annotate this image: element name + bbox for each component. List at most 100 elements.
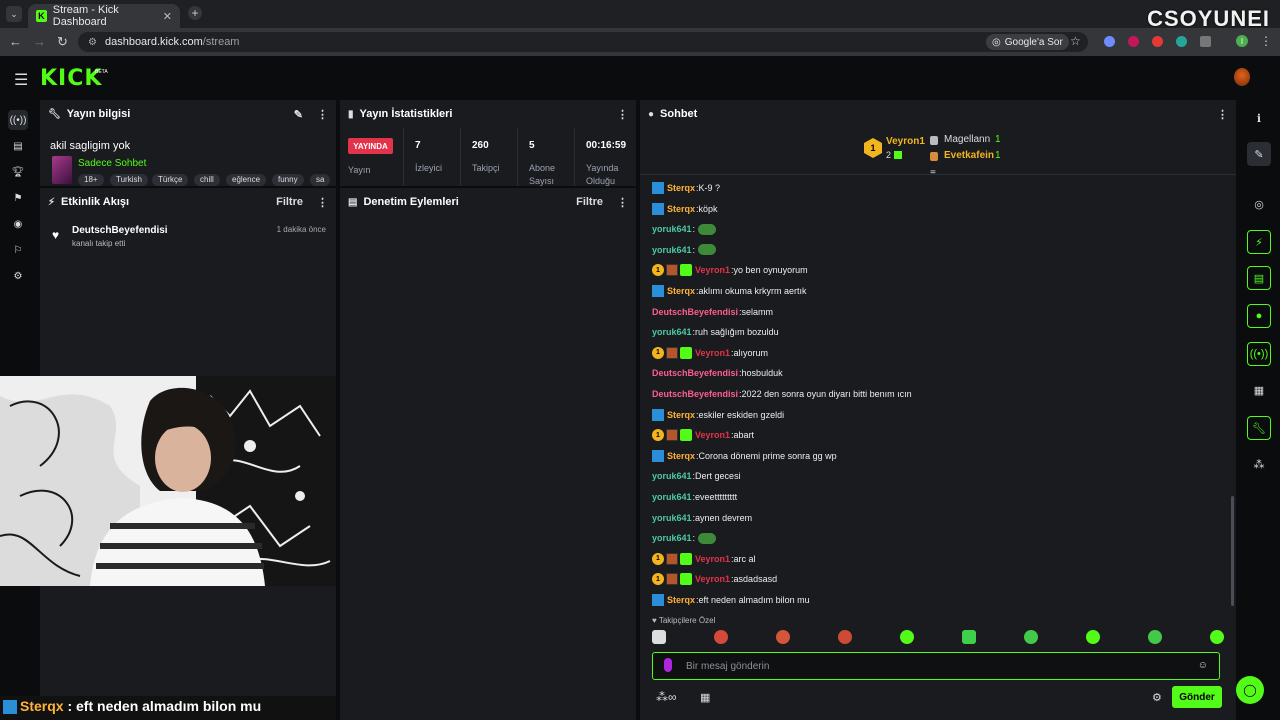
filter-button[interactable]: Filtre [576, 196, 603, 208]
chat-panel: ● Sohbet ⋮ 1 Veyron1 2 Magellann 1 Evetk… [640, 100, 1236, 720]
chat-username[interactable]: Sterqx [667, 183, 695, 193]
chat-username[interactable]: Sterqx [667, 451, 695, 461]
extension-icon-1[interactable] [1104, 36, 1115, 47]
community-icon[interactable]: ⁂ [1247, 452, 1271, 476]
chat-username[interactable]: Veyron1 [695, 430, 730, 440]
layout-icon[interactable]: ▦ [1247, 378, 1271, 402]
store-icon[interactable]: ▦ [700, 691, 710, 704]
extension-icon-3[interactable] [1152, 36, 1163, 47]
chat-username[interactable]: yoruk641 [652, 513, 692, 523]
document-icon[interactable]: ▤ [1247, 266, 1271, 290]
reload-icon[interactable]: ↻ [57, 34, 68, 50]
chat-message: yoruk641: eveettttttttt [652, 489, 737, 505]
chat-username[interactable]: Veyron1 [695, 265, 730, 275]
category-thumbnail [52, 156, 72, 184]
leader-1-name[interactable]: Veyron1 [886, 136, 925, 147]
category-name[interactable]: Sadece Sohbet [78, 158, 146, 169]
chat-username[interactable]: Veyron1 [695, 348, 730, 358]
address-bar[interactable]: ⚙ dashboard.kick.com/stream [78, 32, 1088, 52]
chat-username[interactable]: Sterqx [667, 410, 695, 420]
chat-text: yo ben oynuyorum [733, 265, 808, 276]
browser-tab[interactable]: K Stream - Kick Dashboard ✕ [28, 4, 180, 28]
edit-pencil-icon[interactable]: ✎ [294, 108, 303, 121]
help-chat-fab[interactable]: ◯ [1236, 676, 1264, 704]
tab-search-chevron-icon[interactable]: ⌄ [6, 6, 22, 22]
microphone-icon[interactable] [664, 658, 672, 672]
community-icon[interactable]: ⚑ [8, 188, 28, 208]
emote-quick-icon[interactable] [714, 630, 728, 644]
emote-quick-icon[interactable] [900, 630, 914, 644]
chat-username[interactable]: yoruk641 [652, 533, 692, 543]
chat-username[interactable]: Veyron1 [695, 574, 730, 584]
chat-username[interactable]: Sterqx [667, 286, 695, 296]
emote-quick-icon[interactable] [838, 630, 852, 644]
emote-quick-icon[interactable] [1210, 630, 1224, 644]
browser-menu-icon[interactable]: ⋮ [1260, 34, 1272, 48]
moderation-icon[interactable]: ⚐ [8, 240, 28, 260]
send-button[interactable]: Gönder [1172, 686, 1222, 708]
emote-quick-icon[interactable] [652, 630, 666, 644]
new-tab-icon[interactable]: + [188, 6, 202, 20]
top-gifter-badge-icon: 1 [652, 573, 664, 586]
leader-2-name[interactable]: Magellann [944, 134, 990, 145]
activity-username[interactable]: DeutschBeyefendisi [72, 225, 168, 236]
chat-settings-icon[interactable]: ⚙ [1152, 691, 1162, 704]
chat-username[interactable]: DeutschBeyefendisi [652, 368, 738, 378]
stream-broadcast-icon[interactable]: ((•)) [8, 110, 28, 130]
emote-quick-icon[interactable] [1148, 630, 1162, 644]
subscriber-count: 5 [529, 140, 535, 151]
analytics-icon[interactable]: ▤ [8, 136, 28, 156]
emote-quick-icon[interactable] [1086, 630, 1100, 644]
emote-quick-icon[interactable] [1024, 630, 1038, 644]
extensions-puzzle-icon[interactable] [1200, 36, 1211, 47]
chat-username[interactable]: Sterqx [667, 595, 695, 605]
chat-username[interactable]: Sterqx [667, 204, 695, 214]
chat-scrollbar[interactable] [1231, 496, 1234, 606]
kicks-points-icon[interactable]: ⁂∞ [656, 690, 677, 704]
lightning-icon[interactable]: ⚡︎ [1247, 230, 1271, 254]
emoji-picker-icon[interactable]: ☺ [1198, 660, 1208, 671]
wrench-icon[interactable]: 🔧︎ [1247, 416, 1271, 440]
second-place-badge-icon [930, 136, 938, 145]
info-icon[interactable]: ℹ [1247, 106, 1271, 130]
hamburger-menu-icon[interactable]: ☰ [14, 70, 28, 90]
profile-avatar[interactable]: I [1236, 35, 1248, 47]
bookmark-star-icon[interactable]: ☆ [1070, 34, 1081, 48]
chat-separator: : [692, 224, 696, 235]
chat-username[interactable]: Veyron1 [695, 554, 730, 564]
kick-logo[interactable]: KICK [40, 66, 102, 91]
tab-close-icon[interactable]: ✕ [163, 10, 172, 23]
chat-username[interactable]: yoruk641 [652, 224, 692, 234]
chat-username[interactable]: yoruk641 [652, 492, 692, 502]
user-avatar[interactable] [1234, 68, 1250, 86]
chat-username[interactable]: yoruk641 [652, 327, 692, 337]
settings-gear-icon[interactable]: ⚙ [8, 266, 28, 286]
google-lens-chip[interactable]: ◎ Google'a Sor [986, 34, 1069, 50]
moderator-badge-icon [652, 182, 664, 194]
chat-username[interactable]: yoruk641 [652, 471, 692, 481]
panel-menu-icon[interactable]: ⋮ [1217, 108, 1228, 121]
filter-button[interactable]: Filtre [276, 196, 303, 208]
back-icon[interactable]: ← [9, 34, 22, 49]
chat-username[interactable]: yoruk641 [652, 245, 692, 255]
camera-icon[interactable]: ◎ [1247, 192, 1271, 216]
extension-icon-4[interactable] [1176, 36, 1187, 47]
forward-icon[interactable]: → [33, 34, 46, 49]
chat-bubble-icon[interactable]: ● [1247, 304, 1271, 328]
chat-username[interactable]: DeutschBeyefendisi [652, 307, 738, 317]
extension-icon-2[interactable] [1128, 36, 1139, 47]
panel-menu-icon[interactable]: ⋮ [317, 196, 328, 209]
gift-badge-icon [680, 552, 692, 565]
creator-icon[interactable]: ◉ [8, 214, 28, 234]
panel-menu-icon[interactable]: ⋮ [617, 108, 628, 121]
panel-menu-icon[interactable]: ⋮ [317, 108, 328, 121]
chat-username[interactable]: DeutschBeyefendisi [652, 389, 738, 399]
emote-quick-icon[interactable] [962, 630, 976, 644]
broadcast-icon[interactable]: ((•)) [1247, 342, 1271, 366]
leader-3-name[interactable]: Evetkafein [944, 150, 994, 161]
trophy-icon[interactable]: 🏆︎ [8, 162, 28, 182]
site-info-icon[interactable]: ⚙ [88, 37, 97, 48]
edit-pencil-icon[interactable]: ✎ [1247, 142, 1271, 166]
panel-menu-icon[interactable]: ⋮ [617, 196, 628, 209]
emote-quick-icon[interactable] [776, 630, 790, 644]
